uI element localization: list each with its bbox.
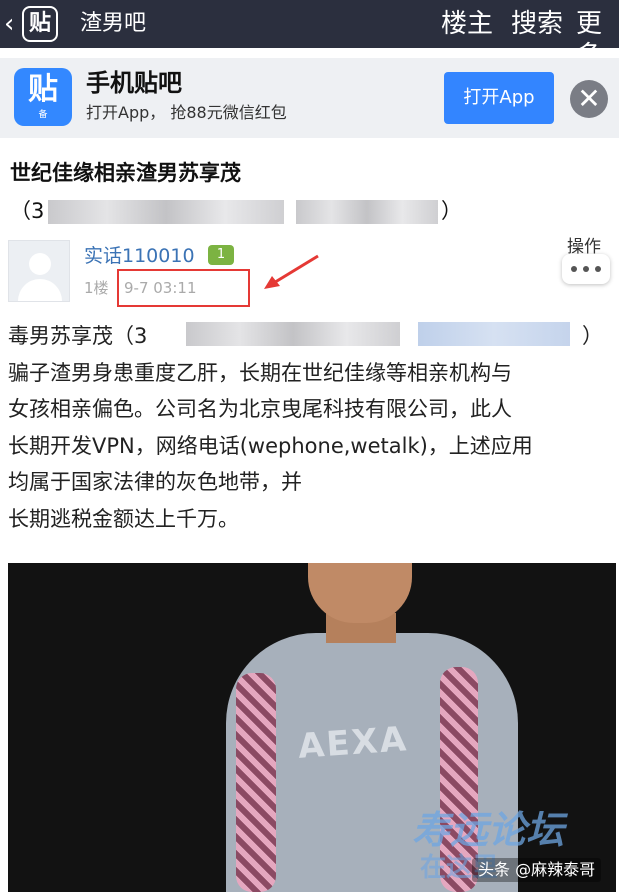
- back-arrow-icon[interactable]: ‹: [4, 9, 14, 39]
- level-badge: 1: [208, 245, 234, 265]
- post-line: 女孩相亲偏色。公司名为北京曳尾科技有限公司，此人: [8, 397, 512, 421]
- close-banner-icon[interactable]: ✕: [570, 80, 608, 118]
- forum-title: 渣男吧: [80, 11, 147, 36]
- redacted-phone-blur: [186, 322, 400, 346]
- more-options-icon[interactable]: [562, 254, 610, 284]
- source-credit: 头条 @麻辣泰哥: [472, 858, 602, 882]
- tieba-app-icon: 贴 备: [14, 68, 72, 126]
- app-promo-banner: 贴 备 手机贴吧 打开App， 抢88元微信红包 打开App: [0, 58, 619, 138]
- redacted-phone-blur: [418, 322, 570, 346]
- promo-slogan: 打开App， 抢88元微信红包: [86, 103, 287, 122]
- top-nav-bar: ‹ 贴 渣男吧 楼主 搜索 更多: [0, 0, 619, 71]
- post-title: 世纪佳缘相亲渣男苏享茂: [10, 161, 241, 185]
- post-line: 长期逃税金额达上千万。: [8, 506, 239, 531]
- timestamp-highlight-box: [117, 269, 250, 307]
- post-body: 毒男苏享茂（3 骗子渣男身患重度乙肝，长期在世纪佳缘等相亲机构与 女孩相亲偏色。…: [8, 318, 608, 537]
- post-title-phone-open: （3: [10, 199, 45, 223]
- search-button[interactable]: 搜索: [511, 8, 563, 40]
- shirt-print-text: AEXA: [296, 719, 410, 767]
- redacted-phone-blur: [296, 200, 438, 224]
- post-title-phone-close: ）: [441, 199, 462, 223]
- author-username[interactable]: 实话110010: [84, 243, 195, 269]
- promo-app-name: 手机贴吧: [86, 69, 182, 97]
- tieba-logo-icon: 贴: [22, 6, 58, 42]
- post-line: 均属于国家法律的灰色地带，并: [8, 470, 302, 494]
- louzhu-button[interactable]: 楼主: [441, 8, 493, 40]
- content-close-paren: ）: [582, 324, 603, 348]
- redacted-phone-blur: [48, 200, 284, 224]
- open-app-button[interactable]: 打开App: [444, 72, 554, 124]
- post-line: 骗子渣男身患重度乙肝，长期在世纪佳缘等相亲机构与: [8, 360, 512, 385]
- forum-watermark: 寿远论坛: [412, 808, 565, 852]
- floor-number: 1楼: [84, 279, 109, 297]
- post-line: 长期开发VPN，网络电话(wephone,wetalk)，上述应用: [8, 433, 533, 458]
- avatar[interactable]: [8, 240, 70, 302]
- red-arrow-icon: [264, 254, 319, 289]
